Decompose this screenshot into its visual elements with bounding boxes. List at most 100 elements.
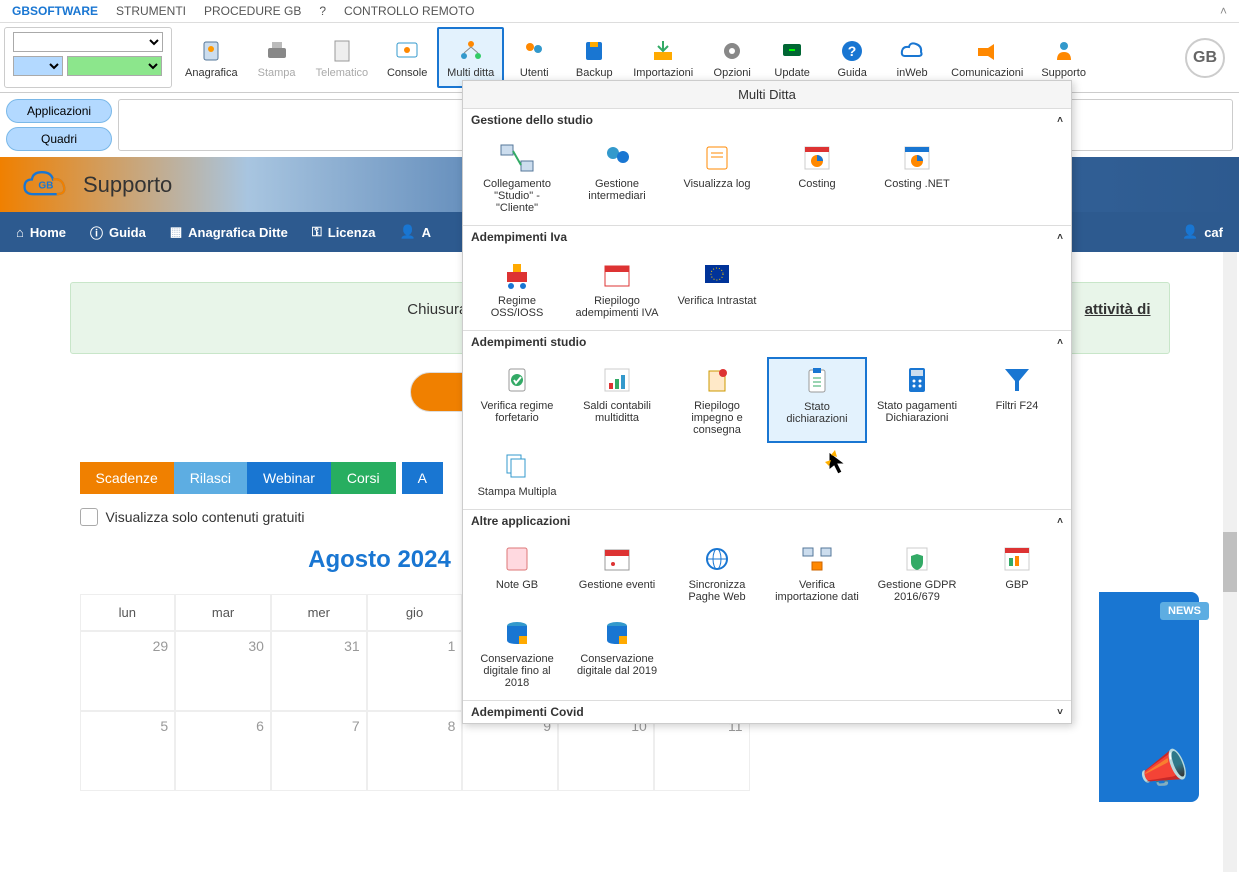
dropdown-section-adempimenti-iva[interactable]: Adempimenti Iva ˄ — [463, 226, 1071, 248]
menubar-item-proceduregb[interactable]: PROCEDURE GB — [204, 4, 301, 18]
building-icon: ▦ — [170, 224, 182, 240]
cal-cell[interactable]: 31 — [271, 631, 367, 711]
nav-user[interactable]: 👤caf — [1182, 224, 1223, 240]
dropdown-item-costing-net[interactable]: Costing .NET — [867, 135, 967, 221]
tab-scadenze[interactable]: Scadenze — [80, 462, 174, 494]
chevron-up-icon: ˄ — [1057, 232, 1063, 243]
dropdown-item-visualizza-log[interactable]: Visualizza log — [667, 135, 767, 221]
menubar-item-help[interactable]: ? — [319, 4, 326, 18]
doc-icon — [328, 37, 356, 65]
ribbon-backup[interactable]: Backup — [564, 27, 624, 88]
item-label: Gestione eventi — [579, 579, 655, 591]
section-title: Altre applicazioni — [471, 514, 570, 528]
nav-truncated[interactable]: 👤A — [399, 224, 431, 240]
nav-guida[interactable]: ⓘGuida — [90, 223, 146, 242]
console-icon — [393, 37, 421, 65]
menubar-item-strumenti[interactable]: STRUMENTI — [116, 4, 186, 18]
dropdown-item-sincronizza-paghe-web[interactable]: Sincronizza Paghe Web — [667, 536, 767, 610]
item-label: Collegamento "Studio" - "Cliente" — [472, 178, 562, 214]
company-select[interactable] — [13, 32, 163, 52]
tab-rilasci[interactable]: Rilasci — [174, 462, 247, 494]
cal-day-head: mar — [175, 594, 271, 631]
applicazioni-button[interactable]: Applicazioni — [6, 99, 112, 123]
nav-home[interactable]: ⌂Home — [16, 225, 66, 240]
dropdown-item-regime-oss-ioss[interactable]: Regime OSS/IOSS — [467, 252, 567, 326]
ribbon-opzioni[interactable]: Opzioni — [702, 27, 762, 88]
tab-corsi[interactable]: Corsi — [331, 462, 396, 494]
tab-a[interactable]: A — [402, 462, 443, 494]
info-icon: ⓘ — [90, 223, 103, 242]
globe-icon — [697, 543, 737, 575]
ribbon-comunicazioni[interactable]: Comunicazioni — [942, 27, 1032, 88]
update-icon — [778, 37, 806, 65]
dropdown-section-adempimenti-covid[interactable]: Adempimenti Covid˅ — [463, 701, 1071, 723]
ribbon-inweb[interactable]: inWeb — [882, 27, 942, 88]
chevron-up-icon: ˄ — [1057, 115, 1063, 126]
chevron-down-icon: ˅ — [1057, 707, 1063, 718]
cal-cell[interactable]: 5 — [80, 711, 176, 791]
cal-cell[interactable]: 1 — [367, 631, 463, 711]
dropdown-item-gbp[interactable]: GBP — [967, 536, 1067, 610]
quadri-button[interactable]: Quadri — [6, 127, 112, 151]
scrollbar-track[interactable] — [1223, 252, 1237, 872]
menubar-item-gbsoftware[interactable]: GBSOFTWARE — [12, 4, 98, 18]
dropdown-item-riepilogo-adempimenti-iva[interactable]: Riepilogo adempimenti IVA — [567, 252, 667, 326]
dropdown-item-stato-pagamenti-dichiarazioni[interactable]: Stato pagamenti Dichiarazioni — [867, 357, 967, 443]
ribbon-supporto[interactable]: Supporto — [1032, 27, 1095, 88]
context-select[interactable] — [67, 56, 162, 76]
cal-cell[interactable]: 30 — [175, 631, 271, 711]
printer-icon — [263, 37, 291, 65]
check-icon — [497, 364, 537, 396]
ribbon-guida[interactable]: ?Guida — [822, 27, 882, 88]
item-label: Verifica regime forfetario — [472, 400, 562, 424]
ribbon-telematico[interactable]: Telematico — [307, 27, 378, 88]
tab-webinar[interactable]: Webinar — [247, 462, 331, 494]
dropdown-item-conservazione-digitale-fino-al[interactable]: Conservazione digitale fino al 2018 — [467, 610, 567, 696]
dropdown-section-altre-applicazioni[interactable]: Altre applicazioni˄ — [463, 510, 1071, 532]
ribbon-label: inWeb — [897, 67, 928, 79]
gratuiti-checkbox[interactable] — [80, 508, 98, 526]
scrollbar-thumb[interactable] — [1223, 532, 1237, 592]
cal-cell[interactable]: 7 — [271, 711, 367, 791]
dropdown-section-gestione-dello-studio[interactable]: Gestione dello studio˄ — [463, 109, 1071, 131]
ribbon-multi-ditta[interactable]: Multi ditta — [437, 27, 504, 88]
item-label: Costing — [798, 178, 835, 190]
dropdown-item-saldi-contabili-multiditta[interactable]: Saldi contabili multiditta — [567, 357, 667, 443]
item-label: Verifica Intrastat — [678, 295, 757, 307]
dropdown-item-verifica-intrastat[interactable]: Verifica Intrastat — [667, 252, 767, 326]
dropdown-item-verifica-regime-forfetario[interactable]: Verifica regime forfetario — [467, 357, 567, 443]
item-label: Verifica importazione dati — [772, 579, 862, 603]
cal-cell[interactable]: 6 — [175, 711, 271, 791]
dropdown-item-verifica-importazione-dati[interactable]: Verifica importazione dati — [767, 536, 867, 610]
multi-icon — [457, 37, 485, 65]
menubar-item-controllo[interactable]: CONTROLLO REMOTO — [344, 4, 474, 18]
dropdown-item-collegamento-studio-cliente-[interactable]: Collegamento "Studio" - "Cliente" — [467, 135, 567, 221]
dropdown-item-stato-dichiarazioni[interactable]: Stato dichiarazioni — [767, 357, 867, 443]
dropdown-item-gestione-eventi[interactable]: Gestione eventi — [567, 536, 667, 610]
nav-anagrafica[interactable]: ▦Anagrafica Ditte — [170, 224, 288, 240]
dropdown-item-stampa-multipla[interactable]: Stampa Multipla — [467, 443, 567, 505]
dropdown-item-gestione-intermediari[interactable]: Gestione intermediari — [567, 135, 667, 221]
ribbon-update[interactable]: Update — [762, 27, 822, 88]
dropdown-item-riepilogo-impegno-e-consegna[interactable]: Riepilogo impegno e consegna — [667, 357, 767, 443]
shield-icon — [897, 543, 937, 575]
nav-licenza[interactable]: ⚿Licenza — [312, 224, 376, 240]
dropdown-item-conservazione-digitale-dal-201[interactable]: Conservazione digitale dal 2019 — [567, 610, 667, 696]
ribbon-stampa[interactable]: Stampa — [247, 27, 307, 88]
ribbon-console[interactable]: Console — [377, 27, 437, 88]
ribbon-utenti[interactable]: Utenti — [504, 27, 564, 88]
cal-cell[interactable]: 8 — [367, 711, 463, 791]
year-select[interactable] — [13, 56, 63, 76]
dropdown-item-filtri-f24[interactable]: Filtri F24 — [967, 357, 1067, 443]
ribbon-anagrafica[interactable]: Anagrafica — [176, 27, 247, 88]
megaphone-icon: 📣 — [1139, 745, 1189, 792]
dropdown-item-gestione-gdpr-2016-679[interactable]: Gestione GDPR 2016/679 — [867, 536, 967, 610]
cal-cell[interactable]: 29 — [80, 631, 176, 711]
ribbon-importazioni[interactable]: Importazioni — [624, 27, 702, 88]
dropdown-section-adempimenti-studio[interactable]: Adempimenti studio˄ — [463, 331, 1071, 353]
dropdown-item-note-gb[interactable]: Note GB — [467, 536, 567, 610]
user-icon: 👤 — [1182, 224, 1198, 240]
section-title: Adempimenti Iva — [471, 230, 567, 244]
dropdown-item-costing[interactable]: Costing — [767, 135, 867, 221]
collapse-icon[interactable]: ˄ — [1220, 4, 1227, 18]
